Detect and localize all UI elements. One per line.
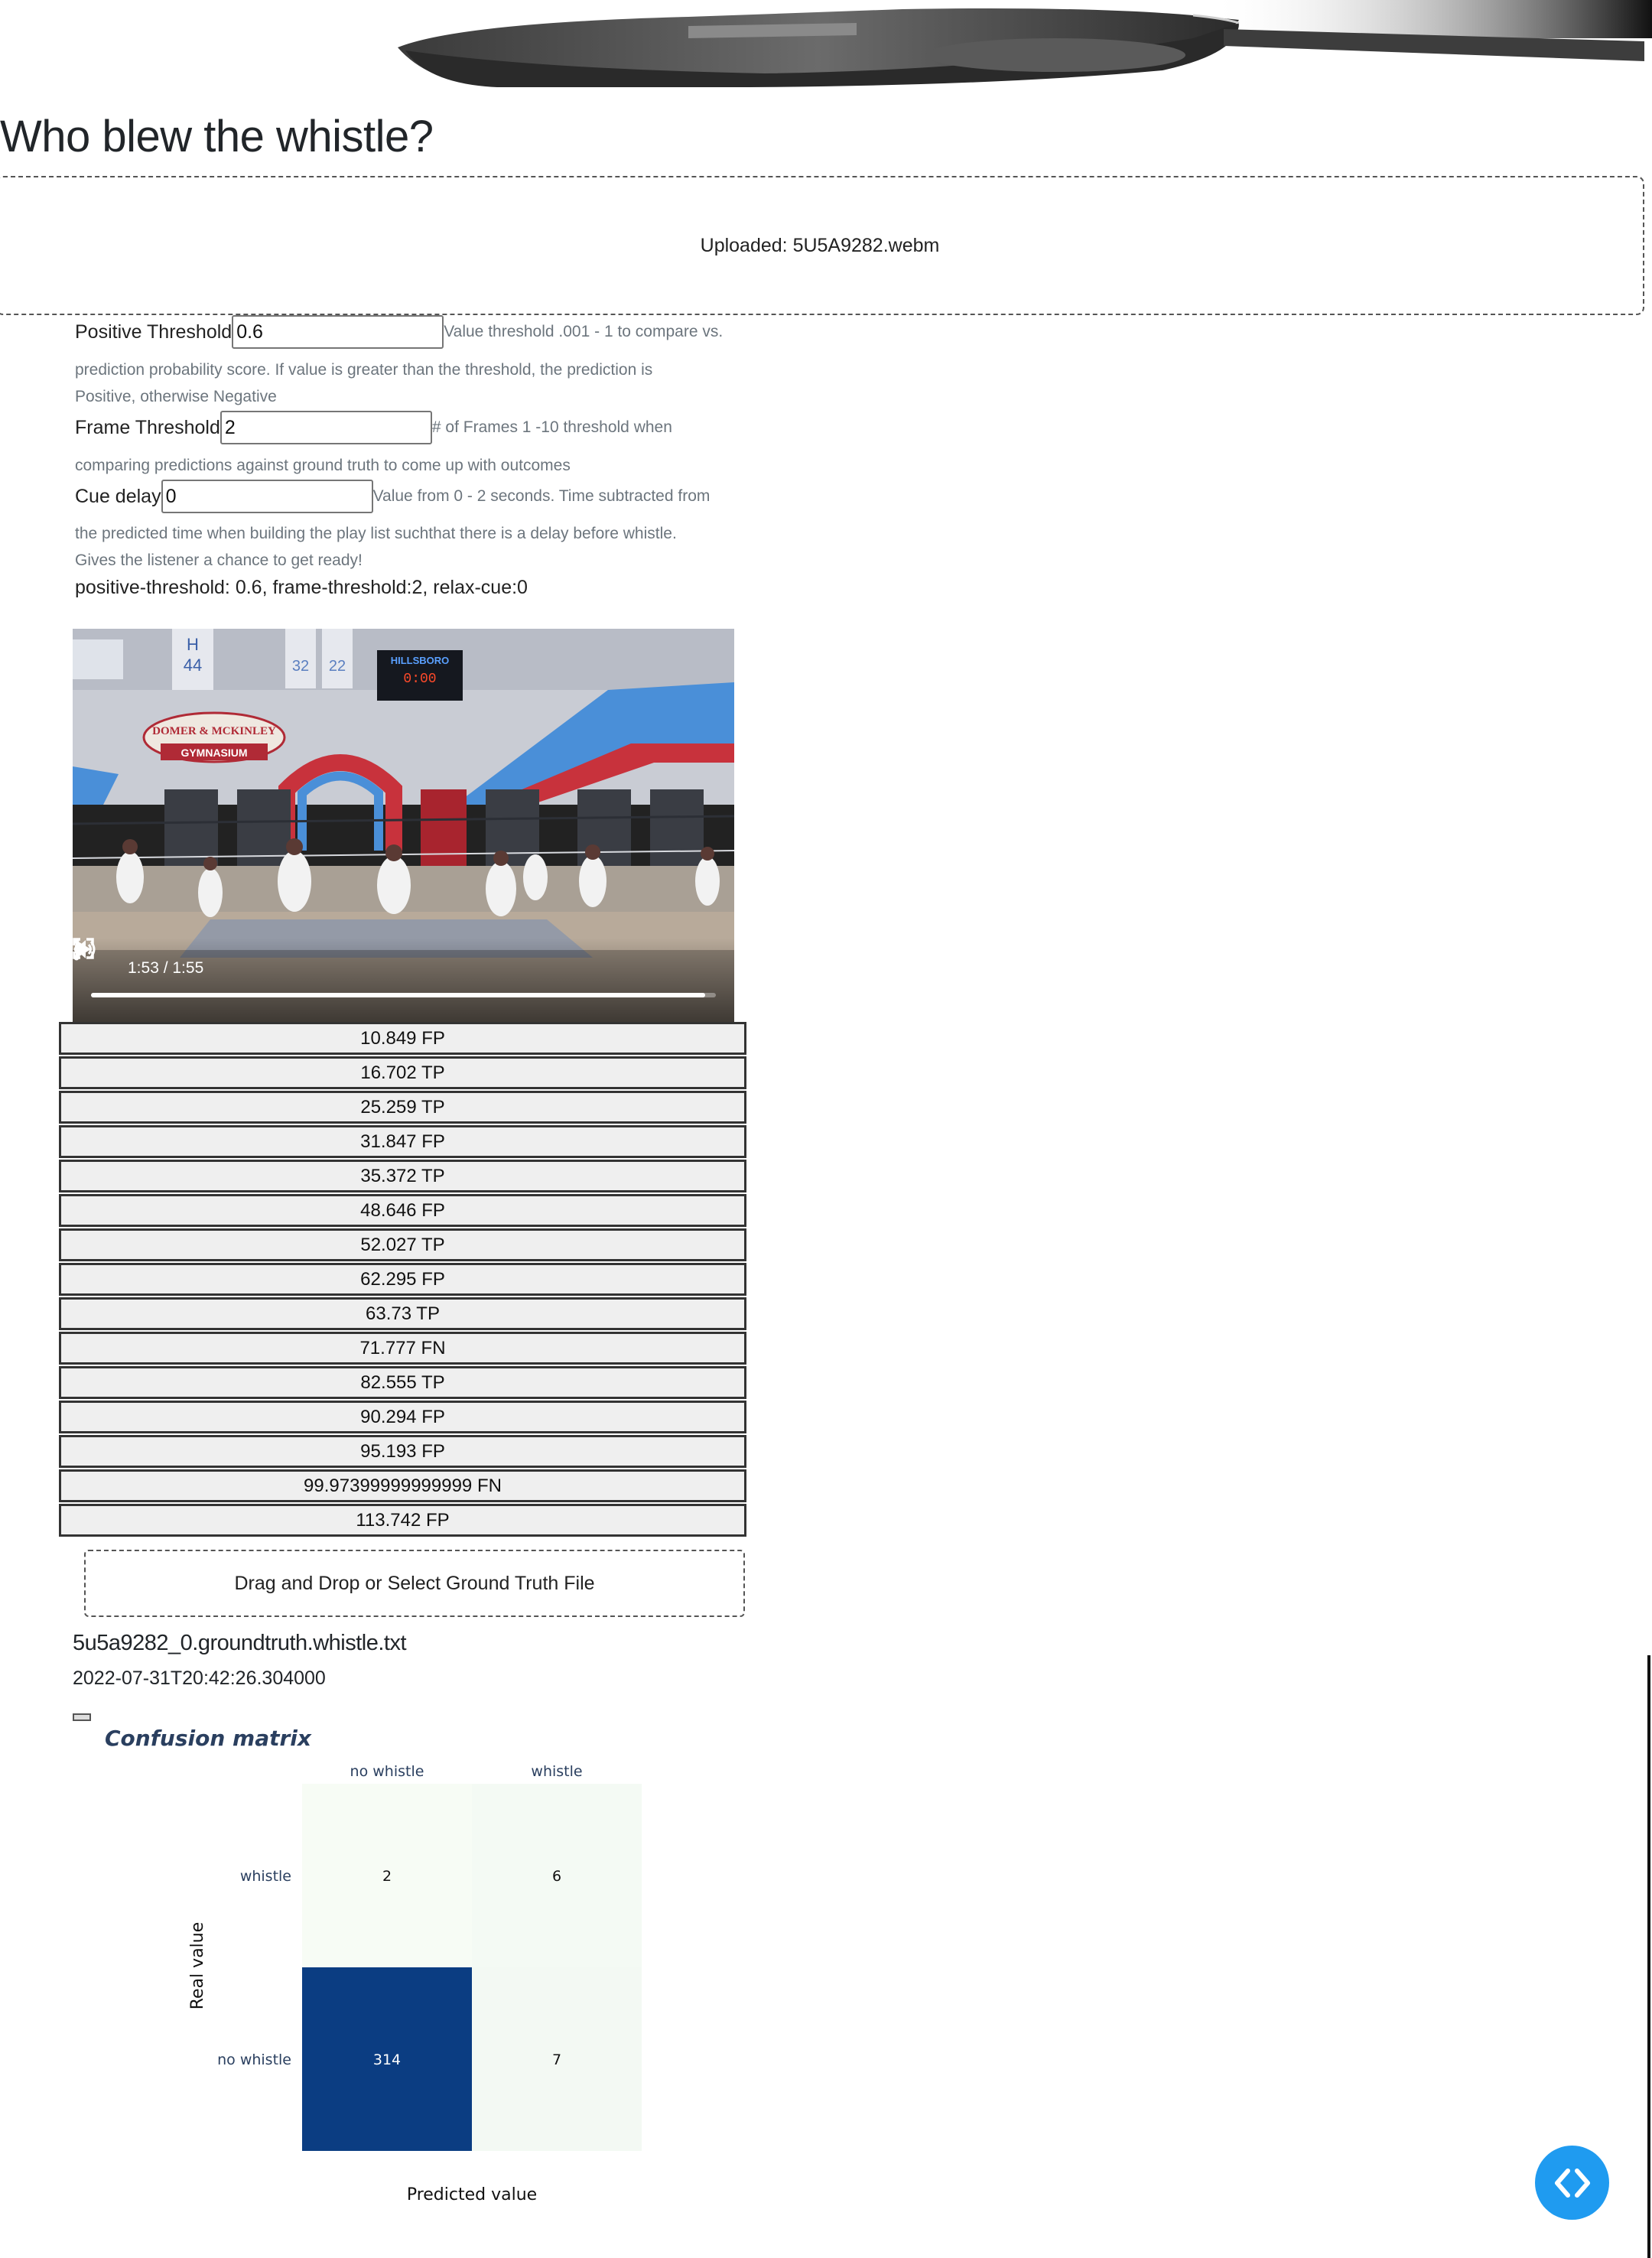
positive-threshold-row: Positive Threshold Value threshold .001 …	[75, 315, 723, 349]
heatmap-cell-value: 7	[552, 2051, 561, 2068]
positive-threshold-hint-3: Positive, otherwise Negative	[75, 388, 277, 405]
ground-truth-filename: 5u5a9282_0.groundtruth.whistle.txt	[73, 1631, 407, 1655]
positive-threshold-hint: Value threshold .001 - 1 to compare vs.	[444, 323, 724, 340]
cue-delay-hint-2: the predicted time when building the pla…	[75, 525, 677, 542]
outcome-button[interactable]: 95.193 FP	[59, 1435, 746, 1468]
outcome-button[interactable]: 35.372 TP	[59, 1160, 746, 1192]
positive-threshold-label: Positive Threshold	[75, 320, 233, 343]
frame-threshold-label: Frame Threshold	[75, 416, 220, 438]
x-tick-label: no whistle	[350, 1763, 424, 1780]
right-edge-divider	[1647, 1655, 1650, 2258]
scene-scoreboard-brand: HILLSBORO	[391, 655, 450, 666]
outcome-button[interactable]: 71.777 FN	[59, 1332, 746, 1365]
more-vertical-icon[interactable]	[73, 938, 80, 961]
banner-image	[398, 0, 1652, 87]
outcome-button[interactable]: 62.295 FP	[59, 1263, 746, 1296]
scene-banner-number-1: 44	[184, 656, 202, 675]
outcome-button[interactable]: 90.294 FP	[59, 1401, 746, 1433]
outcome-button[interactable]: 10.849 FP	[59, 1022, 746, 1055]
video-controls: 1:53 / 1:55	[73, 938, 734, 1022]
heatmap-cell-value: 6	[552, 1868, 561, 1885]
cue-delay-label: Cue delay	[75, 485, 161, 507]
settings-summary: positive-threshold: 0.6, frame-threshold…	[75, 577, 528, 598]
y-tick-label: no whistle	[217, 2051, 291, 2068]
scene-banner-number-3: 22	[329, 658, 346, 675]
video-upload-dropzone[interactable]: Uploaded: 5U5A9282.webm	[0, 176, 1644, 315]
page-title: Who blew the whistle?	[0, 112, 434, 161]
cue-delay-hint-3: Gives the listener a chance to get ready…	[75, 551, 363, 569]
code-brackets-icon	[1554, 2168, 1590, 2198]
scene-gym-sign-top: DOMER & MCKINLEY	[152, 725, 276, 737]
x-axis-title: Predicted value	[407, 2185, 537, 2204]
confusion-matrix-chart: Confusion matrix 2 6 314 7 no whistle whistl…	[105, 1726, 642, 2204]
cue-delay-input[interactable]	[161, 480, 373, 513]
chart-title: Confusion matrix	[105, 1726, 312, 1751]
outcome-button[interactable]: 25.259 TP	[59, 1091, 746, 1124]
video-progress-bar[interactable]	[91, 993, 716, 997]
ground-truth-timestamp: 2022-07-31T20:42:26.304000	[73, 1667, 326, 1689]
outcome-list: 10.849 FP 16.702 TP 25.259 TP 31.847 FP 35.3…	[59, 1022, 746, 1538]
upload-status-label: Uploaded: 5U5A9282.webm	[700, 234, 940, 256]
video-player[interactable]: H 44 32 22 HILLSBORO 0:00 DOMER & MCKINL…	[73, 629, 734, 1022]
ground-truth-dropzone[interactable]: Drag and Drop or Select Ground Truth Fil…	[84, 1550, 745, 1617]
scene-scoreboard-clock: 0:00	[403, 672, 436, 687]
outcome-button[interactable]: 31.847 FP	[59, 1125, 746, 1158]
y-tick-label: whistle	[240, 1868, 291, 1885]
cue-delay-row: Cue delay Value from 0 - 2 seconds. Time…	[75, 480, 710, 513]
scene-banner-number-2: 32	[292, 658, 309, 675]
heatmap-cell-value: 2	[382, 1868, 392, 1885]
heatmap-cell-value: 314	[373, 2051, 401, 2068]
outcome-button[interactable]: 52.027 TP	[59, 1228, 746, 1261]
outcome-button[interactable]: 113.742 FP	[59, 1504, 746, 1537]
frame-threshold-hint: # of Frames 1 -10 threshold when	[431, 418, 672, 436]
scene-banner-letter: H	[187, 635, 199, 654]
frame-threshold-hint-2: comparing predictions against ground tru…	[75, 457, 571, 474]
outcome-button[interactable]: 63.73 TP	[59, 1297, 746, 1330]
scene-gym-sign-bottom: GYMNASIUM	[180, 747, 247, 759]
video-progress-fill	[91, 993, 706, 997]
frame-threshold-input[interactable]	[220, 411, 432, 444]
positive-threshold-input[interactable]	[232, 315, 444, 349]
code-toggle-button[interactable]	[1535, 2146, 1609, 2220]
frame-threshold-row: Frame Threshold # of Frames 1 -10 thresh…	[75, 411, 672, 444]
outcome-button[interactable]: 99.97399999999999 FN	[59, 1469, 746, 1502]
x-tick-label: whistle	[531, 1763, 582, 1780]
outcome-button[interactable]: 16.702 TP	[59, 1056, 746, 1089]
outcome-button[interactable]: 48.646 FP	[59, 1194, 746, 1227]
positive-threshold-hint-2: prediction probability score. If value i…	[75, 361, 653, 379]
video-time: 1:53 / 1:55	[128, 959, 204, 977]
y-axis-title: Real value	[188, 1922, 207, 2010]
outcome-button[interactable]: 82.555 TP	[59, 1366, 746, 1399]
cue-delay-hint: Value from 0 - 2 seconds. Time subtracte…	[372, 487, 711, 505]
